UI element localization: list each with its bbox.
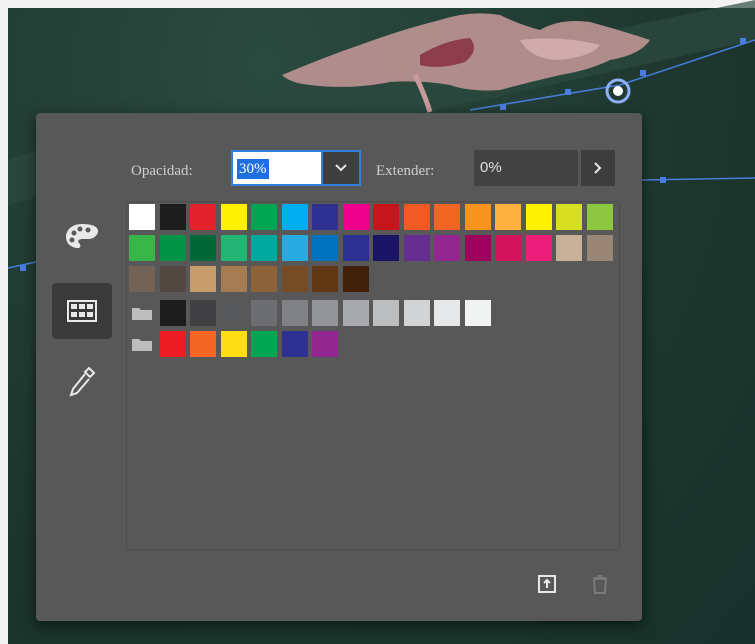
swatches-tab[interactable] xyxy=(52,283,112,339)
anchor-point xyxy=(640,70,646,76)
extend-label: Extender: xyxy=(376,163,435,179)
chevron-right-icon xyxy=(594,162,602,174)
color-swatch[interactable] xyxy=(373,204,399,230)
color-swatch[interactable] xyxy=(556,235,582,261)
new-swatch-icon xyxy=(538,575,556,593)
color-swatch[interactable] xyxy=(587,235,613,261)
color-swatch[interactable] xyxy=(312,331,338,357)
color-swatch[interactable] xyxy=(129,235,155,261)
color-swatch[interactable] xyxy=(343,300,369,326)
color-swatch[interactable] xyxy=(343,266,369,292)
color-swatch[interactable] xyxy=(190,331,216,357)
color-swatch[interactable] xyxy=(282,266,308,292)
color-swatch[interactable] xyxy=(160,235,186,261)
new-swatch-button[interactable] xyxy=(535,571,559,597)
color-swatch[interactable] xyxy=(312,235,338,261)
color-swatch[interactable] xyxy=(312,300,338,326)
color-swatch[interactable] xyxy=(251,331,277,357)
opacity-label: Opacidad: xyxy=(131,163,193,179)
color-swatch[interactable] xyxy=(434,204,460,230)
color-swatch[interactable] xyxy=(495,235,521,261)
color-swatch[interactable] xyxy=(221,235,247,261)
color-swatch[interactable] xyxy=(282,235,308,261)
eyedropper-icon xyxy=(69,366,96,397)
color-swatch[interactable] xyxy=(160,300,186,326)
color-swatch[interactable] xyxy=(160,204,186,230)
anchor-point xyxy=(740,38,746,44)
opacity-dropdown-button[interactable] xyxy=(323,150,361,186)
extend-value: 0% xyxy=(480,159,502,176)
color-swatch[interactable] xyxy=(404,204,430,230)
opacity-input[interactable]: 30% xyxy=(231,150,323,186)
color-swatch[interactable] xyxy=(556,204,582,230)
color-swatch[interactable] xyxy=(404,300,430,326)
color-swatch[interactable] xyxy=(434,300,460,326)
chevron-down-icon xyxy=(335,164,347,172)
color-swatch[interactable] xyxy=(465,235,491,261)
color-swatch[interactable] xyxy=(282,331,308,357)
trash-icon xyxy=(592,575,608,594)
color-swatch[interactable] xyxy=(465,204,491,230)
anchor-point xyxy=(565,89,571,95)
palette-icon xyxy=(66,224,98,248)
color-swatch[interactable] xyxy=(251,266,277,292)
selected-anchor-center xyxy=(613,86,623,96)
color-swatch[interactable] xyxy=(312,204,338,230)
color-swatch[interactable] xyxy=(404,235,430,261)
color-swatch[interactable] xyxy=(526,235,552,261)
color-swatch[interactable] xyxy=(160,331,186,357)
color-swatch[interactable] xyxy=(221,266,247,292)
color-swatch[interactable] xyxy=(221,204,247,230)
color-swatch[interactable] xyxy=(190,300,216,326)
selected-path-lower xyxy=(641,177,755,181)
color-swatch[interactable] xyxy=(434,235,460,261)
color-swatch[interactable] xyxy=(526,204,552,230)
color-swatch[interactable] xyxy=(251,204,277,230)
extend-input[interactable]: 0% xyxy=(474,150,578,186)
color-swatch[interactable] xyxy=(343,235,369,261)
anchor-point xyxy=(660,177,666,183)
color-swatch[interactable] xyxy=(495,204,521,230)
color-swatch[interactable] xyxy=(190,204,216,230)
color-swatch[interactable] xyxy=(251,300,277,326)
color-swatch[interactable] xyxy=(312,266,338,292)
color-swatch[interactable] xyxy=(251,235,277,261)
opacity-value: 30% xyxy=(237,159,269,179)
color-swatch[interactable] xyxy=(129,204,155,230)
color-swatch[interactable] xyxy=(190,266,216,292)
color-swatch[interactable] xyxy=(373,300,399,326)
color-swatch[interactable] xyxy=(343,204,369,230)
color-swatch[interactable] xyxy=(465,300,491,326)
color-swatch[interactable] xyxy=(221,331,247,357)
anchor-point xyxy=(500,104,506,110)
color-swatch[interactable] xyxy=(160,266,186,292)
swatches-icon xyxy=(67,300,97,322)
delete-swatch-button[interactable] xyxy=(588,571,612,597)
color-swatch[interactable] xyxy=(190,235,216,261)
color-picker-tab[interactable] xyxy=(52,208,112,264)
color-swatch[interactable] xyxy=(129,266,155,292)
anchor-point xyxy=(20,265,26,271)
color-swatch[interactable] xyxy=(587,204,613,230)
color-swatch[interactable] xyxy=(282,204,308,230)
color-swatch[interactable] xyxy=(282,300,308,326)
eyedropper-tab[interactable] xyxy=(52,354,112,410)
extend-next-button[interactable] xyxy=(581,150,615,186)
folder-icon[interactable] xyxy=(129,331,155,357)
folder-icon[interactable] xyxy=(129,300,155,326)
color-swatch[interactable] xyxy=(221,300,247,326)
color-swatch[interactable] xyxy=(373,235,399,261)
